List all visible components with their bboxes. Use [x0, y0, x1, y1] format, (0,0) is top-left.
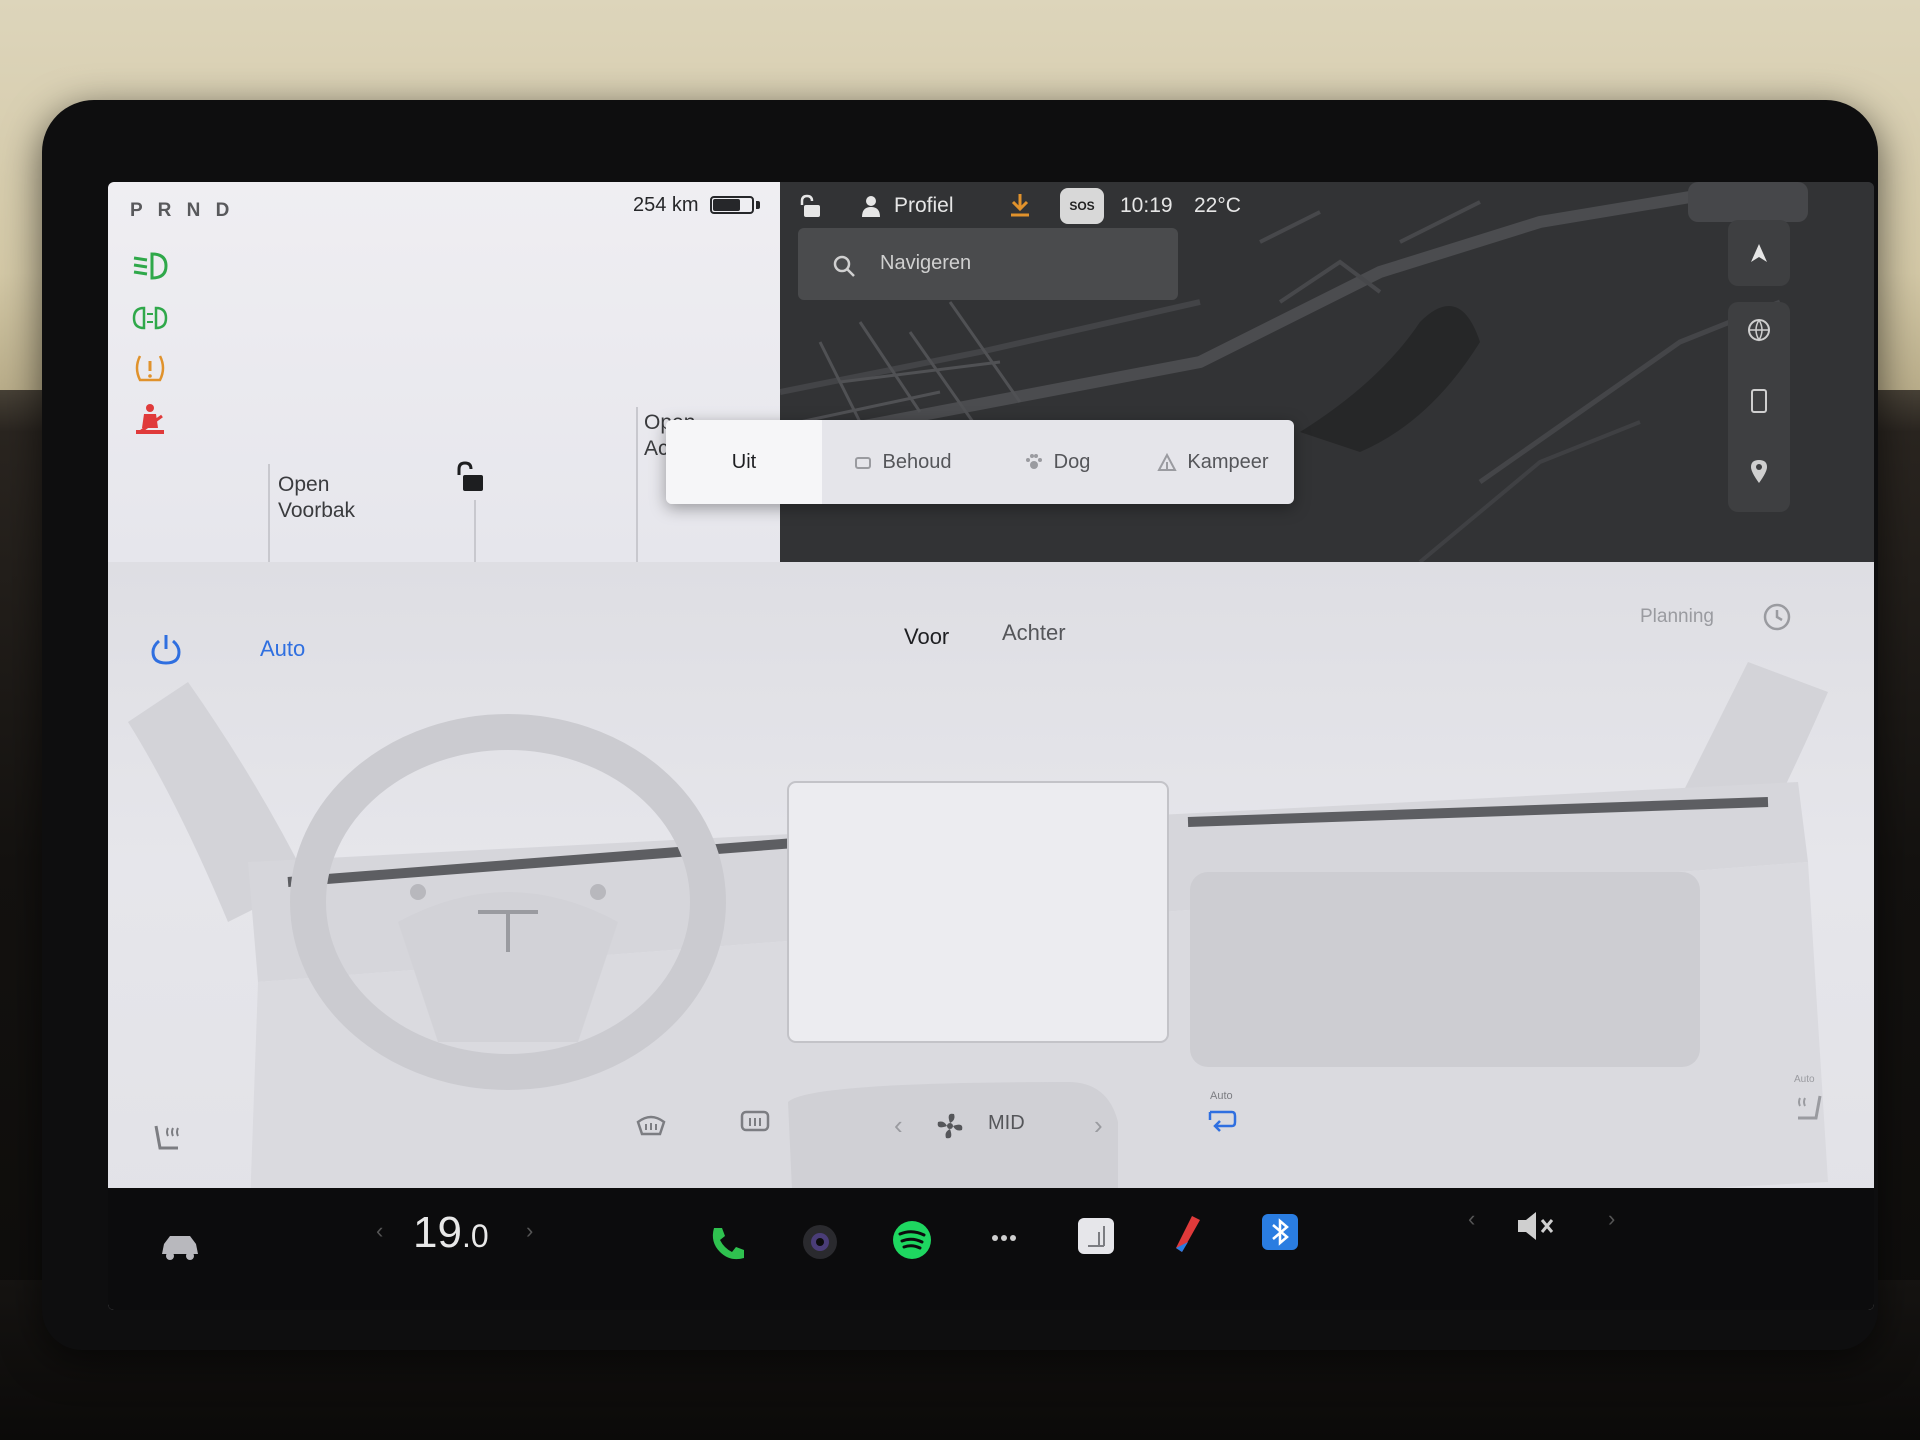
phone-icon[interactable] [706, 1222, 750, 1266]
lock-status-icon[interactable] [800, 194, 822, 218]
driver-temperature: 19.0 [413, 1208, 489, 1258]
keeper-option-dog-label: Dog [1053, 450, 1091, 473]
seatbelt-warning-icon [136, 404, 164, 434]
fan-icon [937, 1113, 963, 1139]
north-arrow-icon [1751, 244, 1767, 262]
keeper-option-camp-label: Kampeer [1187, 450, 1269, 473]
paw-icon [1025, 454, 1042, 469]
bluetooth-icon[interactable] [1258, 1210, 1302, 1254]
battery-icon [710, 196, 754, 214]
software-update-icon[interactable] [1008, 192, 1032, 218]
frunk-divider [268, 464, 270, 562]
media-mini-pill[interactable] [1688, 182, 1808, 222]
keeper-option-camp[interactable]: Kampeer [1132, 420, 1294, 504]
fan-increase-button[interactable]: › [1094, 1110, 1103, 1141]
map-orientation-button[interactable] [1728, 220, 1790, 286]
car-divider [474, 500, 476, 562]
climate-auto-button[interactable]: Auto [260, 636, 305, 662]
range-readout: 254 km [633, 194, 699, 216]
fan-keep-icon [854, 457, 871, 469]
open-frunk-label: Open [278, 473, 330, 496]
outside-temperature: 22°C [1194, 194, 1241, 217]
gear-indicator: P R N D [130, 200, 235, 221]
driver-temperature-decimal: .0 [461, 1218, 489, 1254]
keeper-option-keep-label: Behoud [882, 450, 952, 473]
pin-icon[interactable] [1749, 458, 1769, 484]
driver-temp-down-button[interactable]: ‹ [376, 1218, 383, 1244]
frunk-label: Voorbak [278, 499, 356, 522]
navigate-search-placeholder: Navigeren [880, 252, 972, 274]
globe-icon[interactable] [1747, 318, 1771, 342]
driver-temp-up-button[interactable]: › [526, 1218, 533, 1244]
energy-app-icon[interactable] [1074, 1214, 1118, 1258]
recirculation-auto-label: Auto [1210, 1090, 1233, 1102]
navigate-search[interactable]: Navigeren [798, 228, 1178, 300]
tab-front[interactable]: Voor [904, 624, 949, 650]
bottom-dock: ‹ 19.0 › ‹ › [108, 1188, 1874, 1310]
tire-pressure-warning-icon [135, 355, 165, 382]
volume-down-button[interactable]: ‹ [1468, 1206, 1475, 1232]
keeper-option-off-label: Uit [731, 450, 757, 473]
fan-speed-level: MID [988, 1112, 1025, 1134]
camera-icon[interactable] [798, 1220, 842, 1264]
more-apps-icon[interactable] [982, 1216, 1026, 1260]
car-icon[interactable] [158, 1224, 202, 1268]
seat-heater-right-auto-label: Auto [1794, 1074, 1815, 1085]
fan-decrease-button[interactable]: ‹ [894, 1110, 903, 1141]
keeper-option-off[interactable]: Uit [666, 420, 822, 504]
seat-heater-right-icon[interactable] [1792, 1092, 1826, 1126]
car-status-panel: P R N D 254 km Open Voorbak Ac [108, 182, 780, 562]
clock: 10:19 [1120, 194, 1173, 217]
volume-up-button[interactable]: › [1608, 1206, 1615, 1232]
fog-lights-icon [132, 306, 168, 330]
touchscreen: P R N D 254 km Open Voorbak Ac Profiel S… [108, 182, 1874, 1310]
recirculation-icon[interactable] [1206, 1106, 1238, 1132]
driver-temperature-value: 19 [413, 1208, 462, 1257]
schedule-button[interactable]: Planning [1640, 606, 1714, 628]
low-beam-icon [133, 252, 168, 280]
front-defrost-icon[interactable] [634, 1110, 668, 1140]
mute-icon[interactable] [1512, 1204, 1556, 1248]
climate-keeper-selector: Uit Behoud Dog Kampeer [666, 420, 1294, 504]
sos-button[interactable]: SOS [1060, 188, 1104, 224]
rear-defrost-icon[interactable] [738, 1108, 772, 1138]
navigation-app-icon[interactable] [1166, 1212, 1210, 1256]
keeper-option-keep[interactable]: Behoud [822, 420, 982, 504]
spotify-icon[interactable] [890, 1218, 934, 1262]
battery-level-fill [713, 199, 740, 211]
map-controls [1728, 302, 1790, 512]
profile-icon[interactable] [860, 194, 882, 218]
open-frunk-button[interactable]: Open Voorbak [278, 472, 355, 524]
unlock-icon[interactable] [453, 460, 487, 494]
clock-icon[interactable] [1762, 602, 1792, 632]
tent-icon [1157, 452, 1178, 471]
search-icon [833, 255, 855, 277]
profile-button[interactable]: Profiel [894, 194, 954, 218]
trunk-divider [636, 407, 638, 562]
climate-power-icon[interactable] [150, 632, 182, 666]
status-bar: Profiel SOS 10:19 22°C [780, 182, 1340, 230]
tab-rear[interactable]: Achter [1002, 620, 1066, 646]
keeper-option-dog[interactable]: Dog [982, 420, 1132, 504]
seat-heater-left-icon[interactable] [150, 1122, 184, 1156]
battery-tip [756, 201, 760, 209]
charging-icon[interactable] [1749, 388, 1769, 414]
